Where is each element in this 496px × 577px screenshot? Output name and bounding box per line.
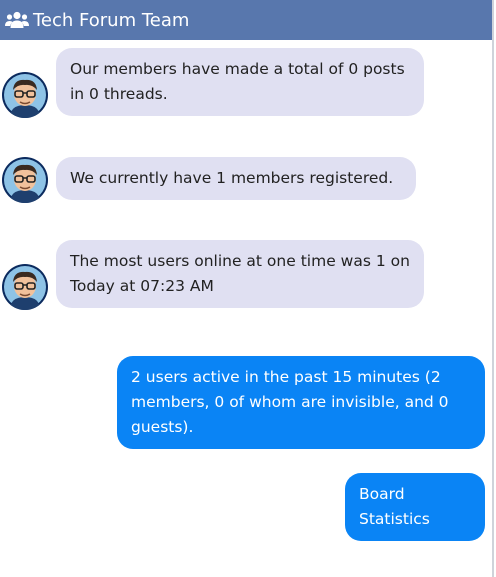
users-icon — [4, 9, 30, 31]
avatar — [2, 72, 48, 118]
outgoing-message: Board Statistics — [345, 473, 485, 541]
avatar — [2, 157, 48, 203]
incoming-message: The most users online at one time was 1 … — [56, 240, 424, 308]
chat-title: Tech Forum Team — [33, 9, 190, 31]
incoming-message: We currently have 1 members registered. — [56, 157, 416, 200]
outgoing-message: 2 users active in the past 15 minutes (2… — [117, 356, 485, 449]
incoming-message: Our members have made a total of 0 posts… — [56, 48, 424, 116]
chat-panel: Tech Forum Team Our members have made a … — [0, 0, 494, 577]
avatar — [2, 264, 48, 310]
chat-header: Tech Forum Team — [0, 0, 492, 40]
